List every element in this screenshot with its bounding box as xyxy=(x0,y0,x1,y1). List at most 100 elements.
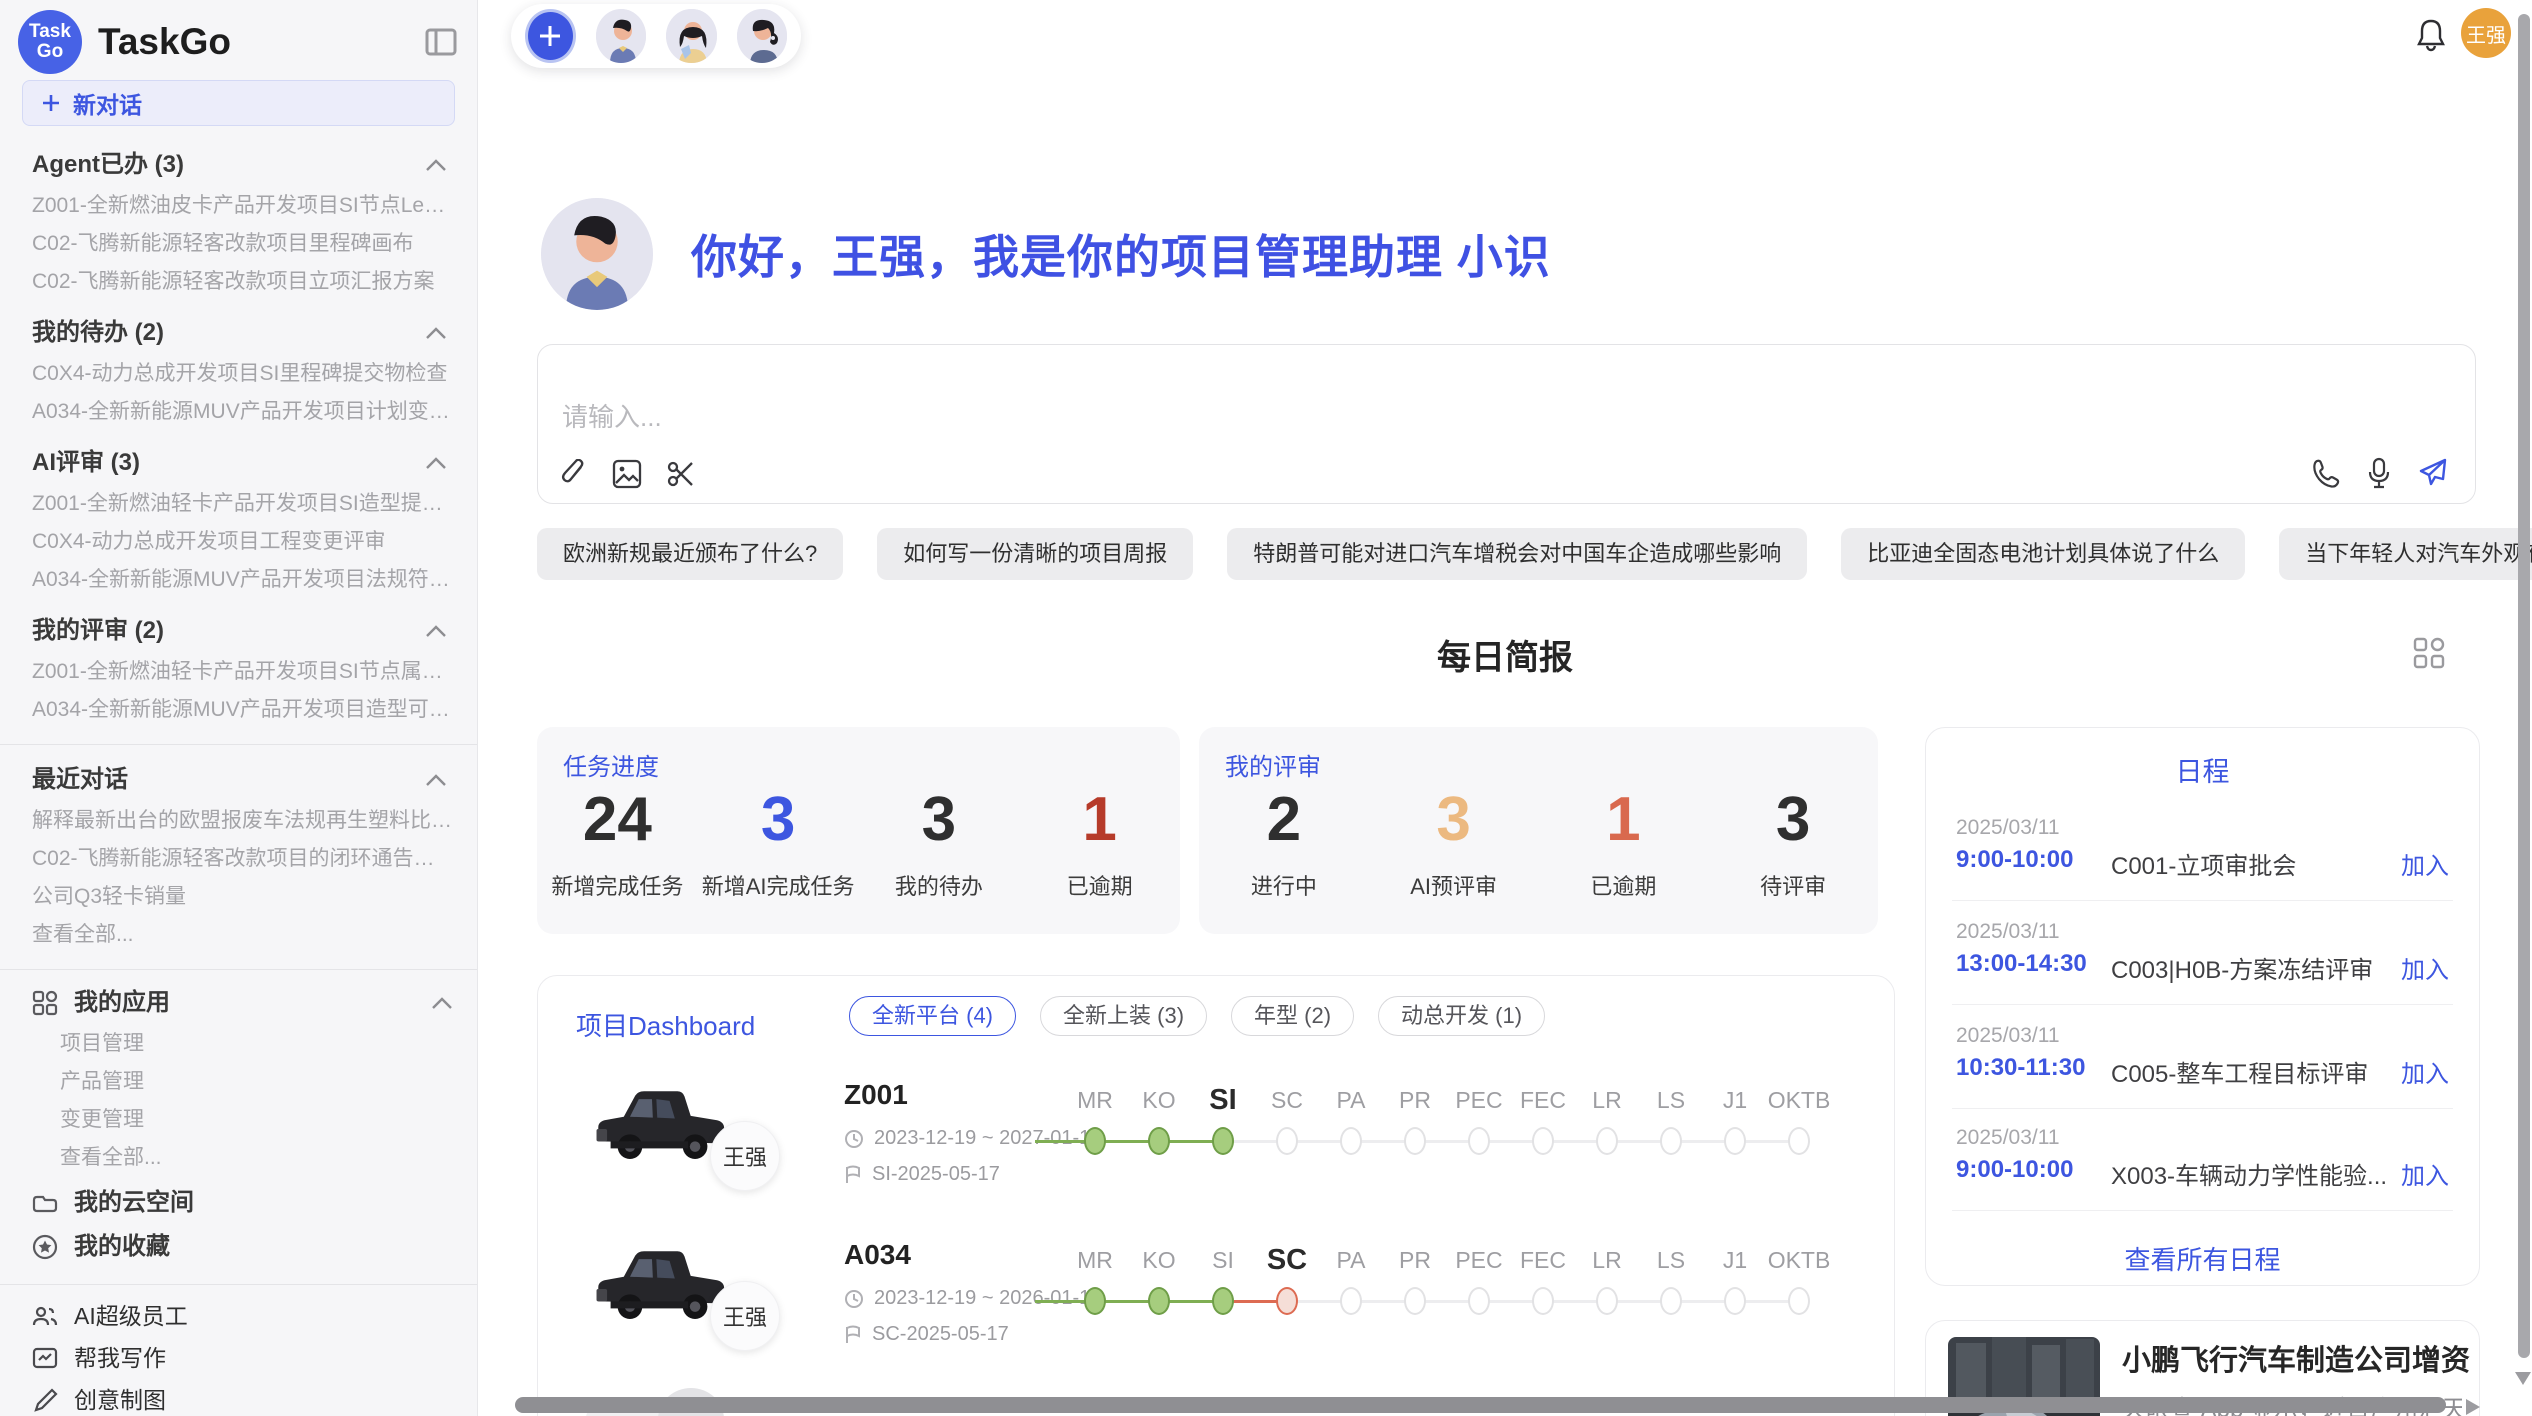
add-conversation-button[interactable] xyxy=(525,9,576,63)
sidebar-task-item[interactable]: Z001-全新燃油轻卡产品开发项目SI节点属性5D文件评审 xyxy=(32,660,453,684)
flag-icon xyxy=(844,1325,862,1345)
tool-ai-super-staff[interactable]: AI超级员工 xyxy=(32,1301,453,1331)
scroll-down-arrow[interactable] xyxy=(2515,1372,2531,1385)
people-icon xyxy=(32,1304,58,1328)
new-chat-button[interactable]: 新对话 xyxy=(22,80,455,126)
notification-bell-icon[interactable] xyxy=(2416,18,2446,57)
project-next-milestone: SC-2025-05-17 xyxy=(844,1323,1009,1346)
sidebar-task-item[interactable]: Z001-全新燃油轻卡产品开发项目SI造型提交物评审 xyxy=(32,492,453,516)
suggestion-chip[interactable]: 当下年轻人对汽车外观有怎样的喜好趋势 xyxy=(2279,528,2532,580)
image-icon[interactable] xyxy=(612,459,642,489)
my-apps-row[interactable]: 我的应用 xyxy=(32,988,453,1018)
chevron-up-icon[interactable] xyxy=(425,326,447,340)
sidebar-task-item[interactable]: C02-飞腾新能源轻客改款项目立项汇报方案 xyxy=(32,270,453,294)
my-favorites-row[interactable]: 我的收藏 xyxy=(32,1232,453,1262)
recent-view-all[interactable]: 查看全部... xyxy=(32,923,453,947)
schedule-title: 日程 xyxy=(1926,750,2479,789)
input-actions xyxy=(2311,457,2449,489)
event-date: 2025/03/11 xyxy=(1956,920,2060,944)
recent-chat-item[interactable]: 解释最新出台的欧盟报废车法规再生塑料比例被调至15%... xyxy=(32,809,453,833)
section-my-review[interactable]: 我的评审 (2) xyxy=(32,616,447,646)
collapse-sidebar-icon[interactable] xyxy=(425,27,457,57)
event-date: 2025/03/11 xyxy=(1956,1126,2060,1150)
chat-input-card xyxy=(537,344,2476,504)
stat-overdue: 1 已逾期 xyxy=(1019,781,1180,901)
recent-chat-item[interactable]: 公司Q3轻卡销量 xyxy=(32,885,453,909)
tab-powertrain[interactable]: 动总开发 (1) xyxy=(1378,996,1545,1036)
vertical-scrollbar-thumb[interactable] xyxy=(2518,14,2530,1358)
contact-avatar-3[interactable] xyxy=(737,9,787,63)
paperclip-icon[interactable] xyxy=(560,459,588,489)
plus-icon xyxy=(537,23,563,49)
send-icon[interactable] xyxy=(2417,457,2449,489)
event-date: 2025/03/11 xyxy=(1956,1024,2060,1048)
event-name: C005-整车工程目标评审 xyxy=(2111,1054,2368,1089)
chevron-up-icon[interactable] xyxy=(425,158,447,172)
suggestion-chip[interactable]: 欧洲新规最近颁布了什么? xyxy=(537,528,843,580)
section-agent-done[interactable]: Agent已办 (3) xyxy=(32,150,447,180)
writing-icon xyxy=(32,1346,58,1370)
view-all-schedule-link[interactable]: 查看所有日程 xyxy=(1926,1240,2479,1277)
project-row-a034[interactable]: 王强 A034 2023-12-19 ~ 2026-01-19 SC-2025-… xyxy=(538,1231,1894,1391)
divider xyxy=(1952,1108,2453,1109)
star-badge-icon xyxy=(32,1234,58,1260)
contact-avatar-1[interactable] xyxy=(596,9,646,63)
news-title: 小鹏飞行汽车制造公司增资 xyxy=(2122,1337,2470,1379)
stat-to-review: 3 待评审 xyxy=(1708,781,1878,901)
chat-input[interactable] xyxy=(560,401,1760,434)
divider xyxy=(1952,900,2453,901)
project-owner-badge: 王强 xyxy=(710,1281,780,1351)
section-recent-chats[interactable]: 最近对话 xyxy=(32,765,447,795)
tool-help-write[interactable]: 帮我写作 xyxy=(32,1343,453,1373)
section-ai-review[interactable]: AI评审 (3) xyxy=(32,448,447,478)
section-my-todo[interactable]: 我的待办 (2) xyxy=(32,318,447,348)
suggestion-chip[interactable]: 比亚迪全固态电池计划具体说了什么 xyxy=(1841,528,2245,580)
project-row-z001[interactable]: 王强 Z001 2023-12-19 ~ 2027-01-19 SI-2025-… xyxy=(538,1071,1894,1231)
tab-model-year[interactable]: 年型 (2) xyxy=(1231,996,1354,1036)
dashboard-title: 项目Dashboard xyxy=(576,1006,755,1043)
recent-chat-item[interactable]: C02-飞腾新能源轻客改款项目的闭环通告反馈情况 xyxy=(32,847,453,871)
microphone-icon[interactable] xyxy=(2367,457,2391,489)
suggestion-chip[interactable]: 特朗普可能对进口汽车增税会对中国车企造成哪些影响 xyxy=(1227,528,1807,580)
sidebar-task-item[interactable]: C0X4-动力总成开发项目工程变更评审 xyxy=(32,530,453,554)
event-join-link[interactable]: 加入 xyxy=(2401,950,2449,985)
sidebar-task-item[interactable]: A034-全新新能源MUV产品开发项目计划变更表编写 xyxy=(32,400,453,424)
event-join-link[interactable]: 加入 xyxy=(2401,1054,2449,1089)
chevron-up-icon[interactable] xyxy=(425,456,447,470)
tab-new-body[interactable]: 全新上装 (3) xyxy=(1040,996,1207,1036)
stat-new-ai-done: 3 新增AI完成任务 xyxy=(698,781,859,901)
scissors-icon[interactable] xyxy=(666,459,696,489)
my-cloud-row[interactable]: 我的云空间 xyxy=(32,1188,453,1218)
truck-image xyxy=(593,1078,725,1166)
contact-avatar-2[interactable] xyxy=(666,9,716,63)
briefing-layout-icon[interactable] xyxy=(2412,636,2446,675)
app-item-product-mgmt[interactable]: 产品管理 xyxy=(60,1070,453,1094)
sidebar-task-item[interactable]: Z001-全新燃油皮卡产品开发项目SI节点Lesson Learn报告 xyxy=(32,194,453,218)
chevron-up-icon[interactable] xyxy=(425,773,447,787)
logo-text-1: Task xyxy=(29,22,71,42)
chevron-up-icon[interactable] xyxy=(431,996,453,1010)
phone-icon[interactable] xyxy=(2311,458,2341,488)
event-join-link[interactable]: 加入 xyxy=(2401,1156,2449,1191)
sidebar-task-item[interactable]: A034-全新新能源MUV产品开发项目造型可行性评审 xyxy=(32,698,453,722)
sidebar-task-item[interactable]: C0X4-动力总成开发项目SI里程碑提交物检查 xyxy=(32,362,453,386)
sidebar-task-item[interactable]: C02-飞腾新能源轻客改款项目里程碑画布 xyxy=(32,232,453,256)
sidebar-task-item[interactable]: A034-全新新能源MUV产品开发项目法规符合性评审 xyxy=(32,568,453,592)
milestone-labels: MRKOSISCPAPRPECFECLRLSJ1OKTB xyxy=(1063,1244,1831,1276)
tab-new-platform[interactable]: 全新平台 (4) xyxy=(849,996,1016,1036)
event-time: 9:00-10:00 xyxy=(1956,846,2073,874)
app-item-change-mgmt[interactable]: 变更管理 xyxy=(60,1108,453,1132)
chevron-up-icon[interactable] xyxy=(425,624,447,638)
logo-text-2: Go xyxy=(37,42,63,62)
event-join-link[interactable]: 加入 xyxy=(2401,846,2449,881)
tool-creative-draw[interactable]: 创意制图 xyxy=(32,1385,453,1415)
scroll-right-arrow[interactable] xyxy=(2466,1399,2480,1415)
main-area: 王强 你好，王强，我是你的项目管理助理 小识 欧洲新规最近颁布了什么? 如何写一… xyxy=(478,0,2532,1416)
suggestion-chip[interactable]: 如何写一份清晰的项目周报 xyxy=(877,528,1193,580)
app-item-project-mgmt[interactable]: 项目管理 xyxy=(60,1032,453,1056)
horizontal-scrollbar-thumb[interactable] xyxy=(515,1397,2446,1413)
daily-briefing-title: 每日简报 xyxy=(478,630,2532,679)
app-item-view-all[interactable]: 查看全部... xyxy=(60,1146,453,1170)
user-avatar[interactable]: 王强 xyxy=(2461,8,2511,58)
card-title: 任务进度 xyxy=(563,747,659,782)
